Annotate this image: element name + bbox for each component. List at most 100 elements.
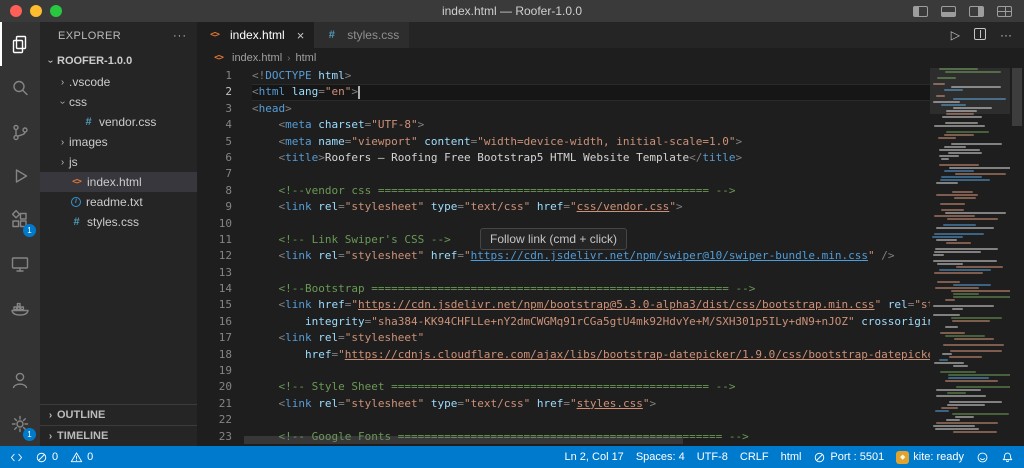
tab-styles-css[interactable]: # styles.css: [314, 22, 410, 48]
minimap-token: [952, 308, 963, 310]
activity-remote-explorer[interactable]: [0, 242, 40, 286]
tree-item-js[interactable]: › js: [40, 152, 197, 172]
code-line[interactable]: <link rel="stylesheet" href="https://cdn…: [252, 248, 930, 264]
code-line[interactable]: [252, 265, 930, 281]
minimap-token: [950, 317, 1003, 319]
close-tab-icon[interactable]: ×: [297, 28, 305, 43]
horizontal-scrollbar-thumb[interactable]: [244, 436, 684, 444]
tree-item-vendor-css[interactable]: # vendor.css: [40, 112, 197, 132]
close-window-button[interactable]: [10, 5, 22, 17]
code-line[interactable]: integrity="sha384-KK94CHFLLe+nY2dmCWGMq9…: [252, 314, 930, 330]
code-line[interactable]: <title>Roofers – Roofing Free Bootstrap5…: [252, 150, 930, 166]
code-line[interactable]: <meta name="viewport" content="width=dev…: [252, 134, 930, 150]
tree-item-roofer-1-0-0[interactable]: › ROOFER-1.0.0: [40, 50, 197, 72]
activity-docker[interactable]: [0, 286, 40, 330]
minimap-viewport[interactable]: [930, 68, 1010, 114]
split-editor-button[interactable]: [974, 28, 986, 42]
section-timeline[interactable]: › TIMELINE: [40, 425, 197, 446]
code-line[interactable]: <!--Bootstrap ==========================…: [252, 281, 930, 297]
minimap-line: [930, 200, 1010, 202]
code-line[interactable]: <meta charset="UTF-8">: [252, 117, 930, 133]
minimap-line: [930, 173, 1010, 175]
activity-explorer[interactable]: [0, 22, 40, 66]
tree-item-vscode[interactable]: › .vscode: [40, 72, 197, 92]
activity-search[interactable]: [0, 66, 40, 110]
status-warnings[interactable]: 0: [64, 446, 99, 468]
minimap-token: [933, 314, 961, 316]
activity-settings[interactable]: 1: [0, 402, 40, 446]
tree-item-readme-txt[interactable]: i readme.txt: [40, 192, 197, 212]
toggle-secondary-sidebar-icon[interactable]: [969, 5, 984, 17]
minimap-line: [930, 116, 1010, 118]
status-errors[interactable]: 0: [29, 446, 64, 468]
zoom-window-button[interactable]: [50, 5, 62, 17]
activity-source-control[interactable]: [0, 110, 40, 154]
code-line[interactable]: [252, 166, 930, 182]
code-line[interactable]: [252, 363, 930, 379]
minimap-line: [930, 182, 1010, 184]
tree-item-index-html[interactable]: <> index.html: [40, 172, 197, 192]
code-line[interactable]: href="https://cdnjs.cloudflare.com/ajax/…: [252, 347, 930, 363]
line-number: 22: [218, 413, 232, 427]
status-notifications[interactable]: [995, 446, 1020, 468]
more-actions-button[interactable]: ···: [1000, 29, 1012, 41]
kite-icon: ◆: [896, 450, 910, 464]
minimize-window-button[interactable]: [30, 5, 42, 17]
code-token: head: [258, 101, 286, 115]
horizontal-scrollbar[interactable]: [244, 436, 930, 444]
code-line[interactable]: <!--vendor css =========================…: [252, 183, 930, 199]
status-kite-status[interactable]: ◆ kite: ready: [890, 446, 970, 468]
code-line[interactable]: <!-- Style Sheet =======================…: [252, 379, 930, 395]
status-live-server-port[interactable]: Port : 5501: [807, 446, 890, 468]
tab-label: styles.css: [347, 28, 400, 42]
tree-item-styles-css[interactable]: # styles.css: [40, 212, 197, 232]
minimap-line: [930, 395, 1010, 397]
vertical-scrollbar-thumb[interactable]: [1012, 68, 1022, 126]
minimap-token: [949, 167, 1010, 169]
minimap-line: [930, 329, 1010, 331]
code-content[interactable]: <!DOCTYPE html> <html lang="en"> <head> <m…: [244, 68, 930, 446]
code-line[interactable]: <link rel="stylesheet" type="text/css" h…: [252, 396, 930, 412]
section-outline[interactable]: › OUTLINE: [40, 404, 197, 425]
vertical-scrollbar[interactable]: [1010, 68, 1024, 434]
minimap-line: [930, 431, 1010, 433]
customize-layout-icon[interactable]: [997, 5, 1012, 17]
status-feedback[interactable]: [970, 446, 995, 468]
minimap-line: [930, 170, 1010, 172]
status-cursor-position[interactable]: Ln 2, Col 17: [558, 446, 629, 468]
minimap-line: [930, 230, 1010, 232]
breadcrumb-label: index.html: [232, 52, 283, 64]
activity-account[interactable]: [0, 358, 40, 402]
code-line[interactable]: <html lang="en">: [252, 84, 930, 101]
chevron-down-icon: ›: [57, 100, 68, 104]
minimap-line: [930, 176, 1010, 178]
tree-item-css[interactable]: › css: [40, 92, 197, 112]
status-indentation[interactable]: Spaces: 4: [630, 446, 691, 468]
status-language-mode[interactable]: html: [775, 446, 808, 468]
minimap-line: [930, 380, 1010, 382]
minimap-line: [930, 215, 1010, 217]
file-label: index.html: [87, 175, 142, 189]
code-line[interactable]: <link rel="stylesheet": [252, 330, 930, 346]
tab-index-html[interactable]: <> index.html ×: [197, 22, 315, 48]
code-line[interactable]: <head>: [252, 101, 930, 117]
explorer-more-actions-icon[interactable]: ···: [173, 30, 187, 42]
toggle-panel-icon[interactable]: [941, 5, 956, 17]
status-remote-indicator[interactable]: [4, 446, 29, 468]
minimap-token: [952, 431, 998, 433]
run-button[interactable]: ▷: [951, 29, 960, 41]
minimap[interactable]: [930, 68, 1010, 434]
toggle-primary-sidebar-icon[interactable]: [913, 5, 928, 17]
code-line[interactable]: [252, 412, 930, 428]
breadcrumb-item-html[interactable]: html: [295, 52, 316, 64]
status-encoding[interactable]: UTF-8: [691, 446, 734, 468]
code-line[interactable]: <link rel="stylesheet" type="text/css" h…: [252, 199, 930, 215]
code-line[interactable]: <link href="https://cdn.jsdelivr.net/npm…: [252, 297, 931, 313]
code-line[interactable]: <!DOCTYPE html>: [252, 68, 930, 84]
status-eol[interactable]: CRLF: [734, 446, 775, 468]
breadcrumb-item-index-html[interactable]: <> index.html: [211, 52, 282, 64]
activity-run-debug[interactable]: [0, 154, 40, 198]
activity-extensions[interactable]: 1: [0, 198, 40, 242]
tree-item-images[interactable]: › images: [40, 132, 197, 152]
